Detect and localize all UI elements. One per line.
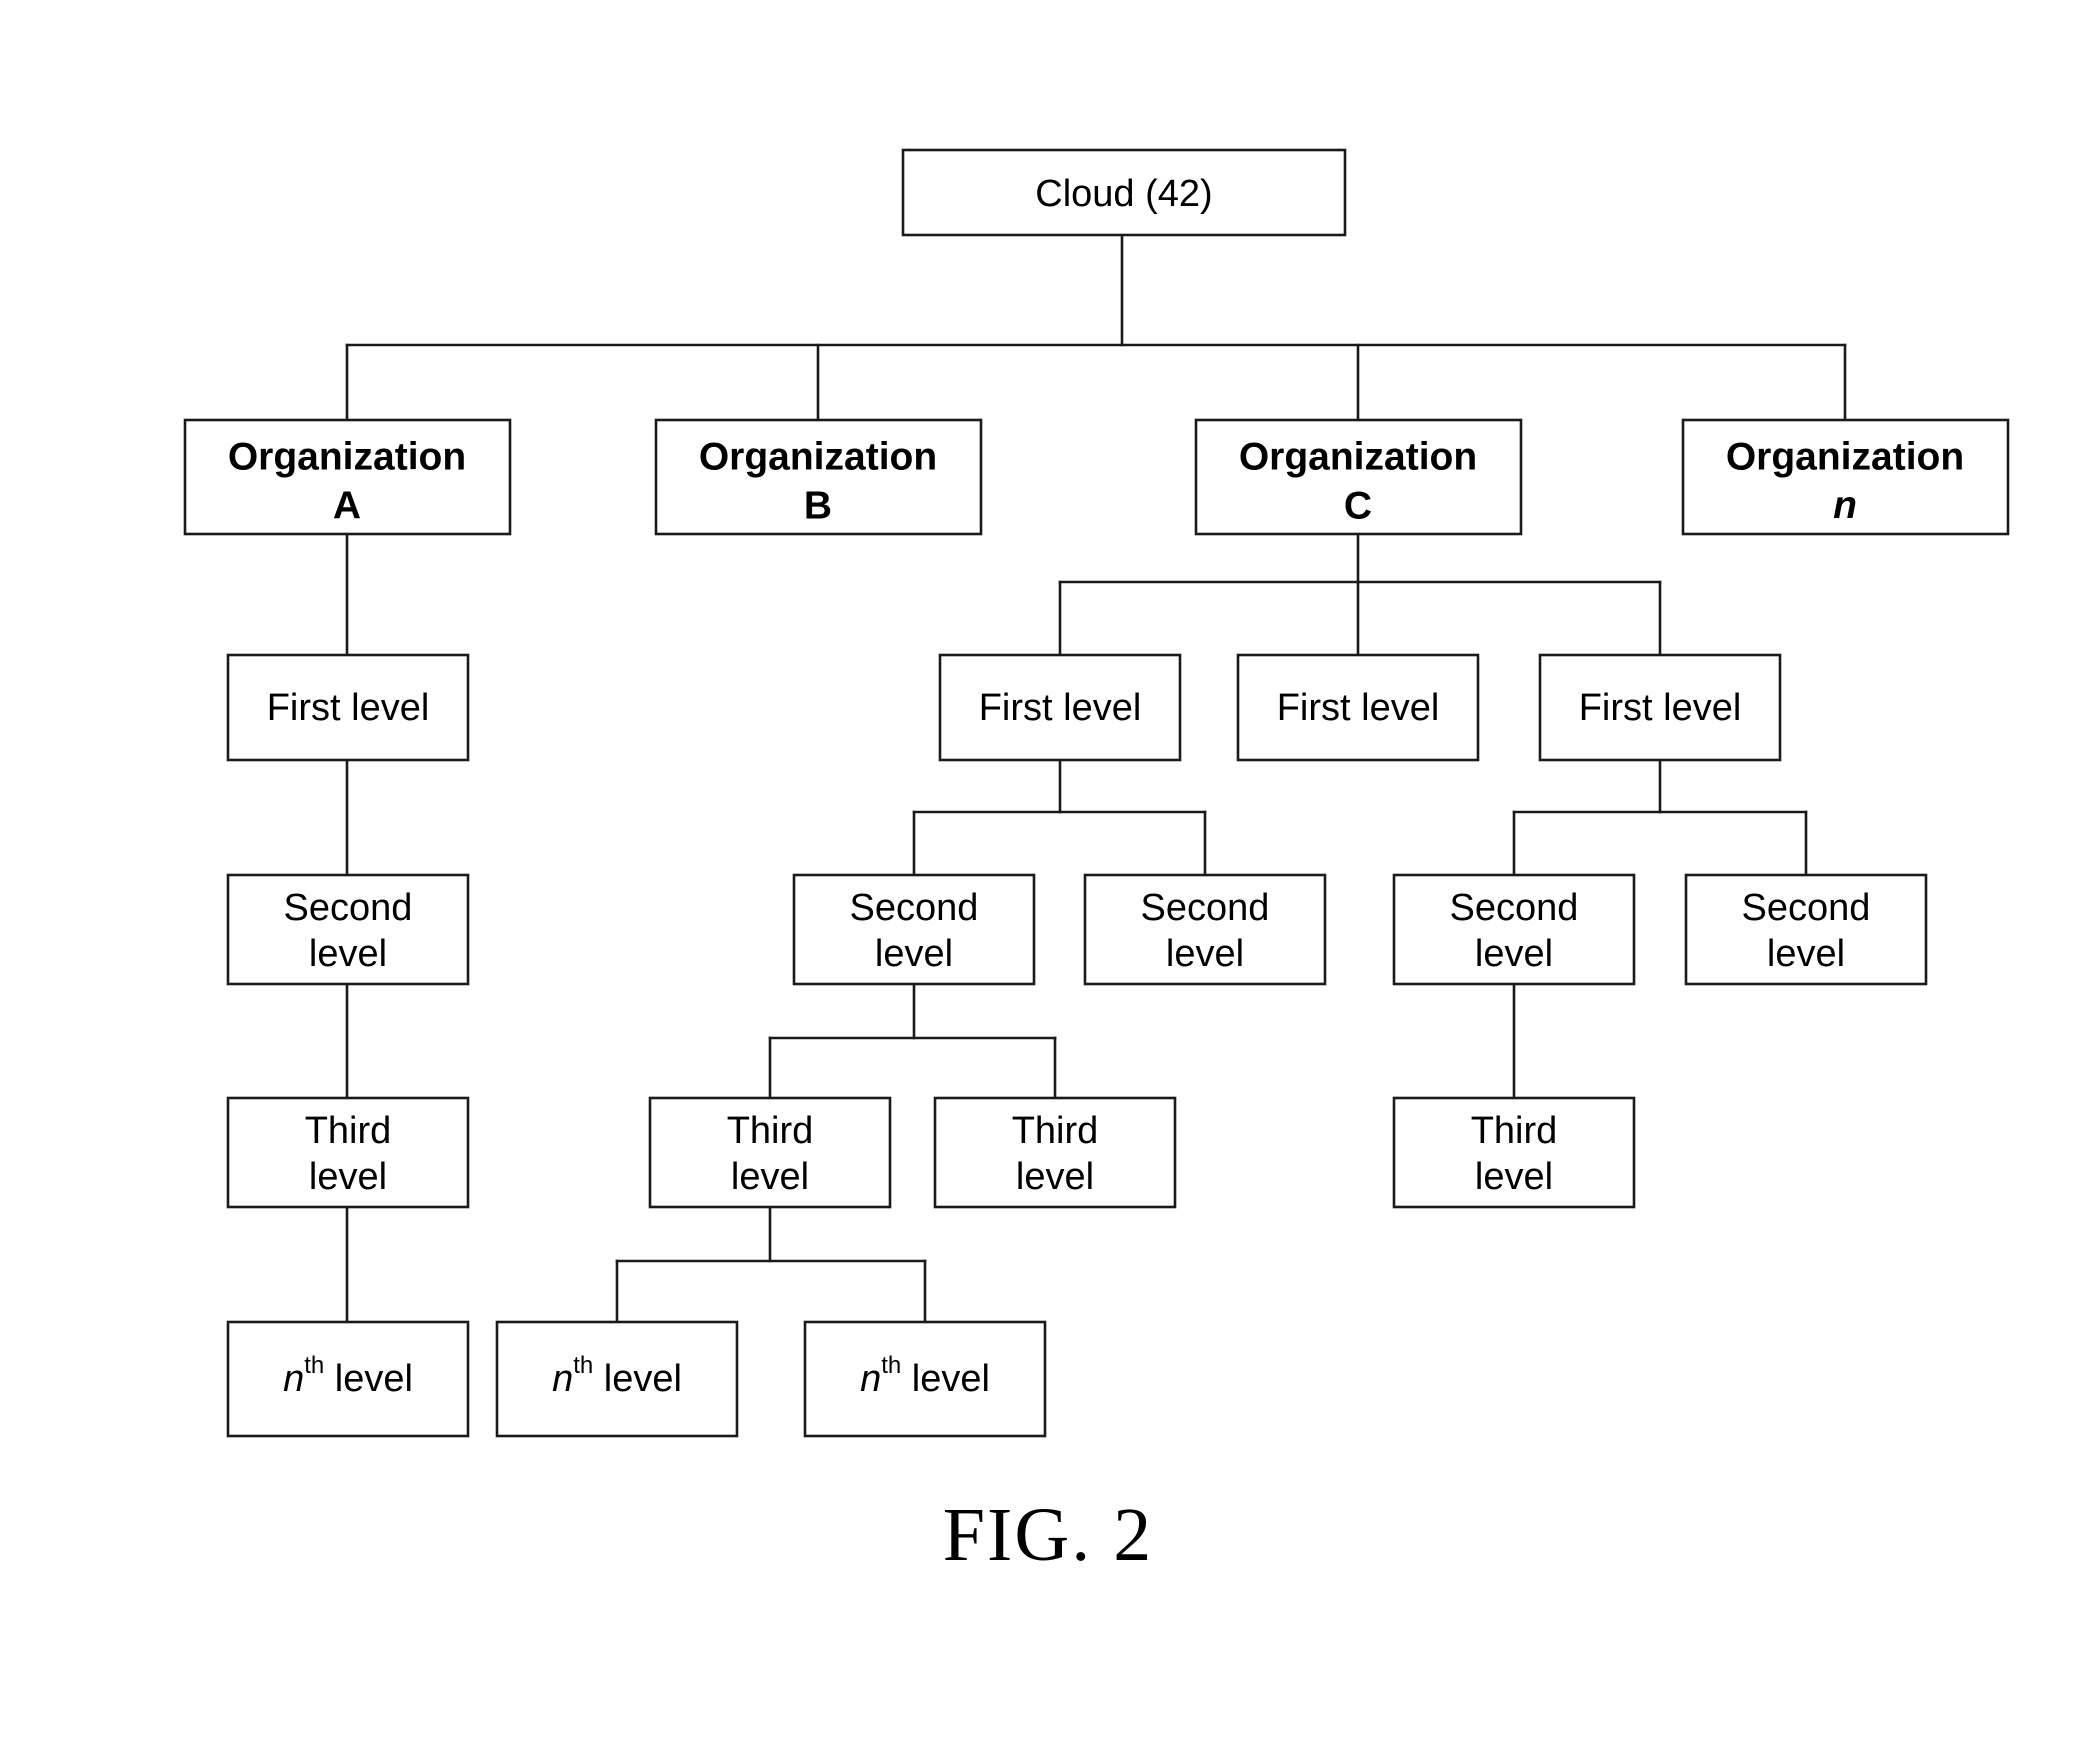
org-c-second-level-4-label-line2: level: [1767, 933, 1845, 975]
org-c-nth-1-sup: th: [573, 1352, 593, 1379]
organization-c-label-line2: C: [1344, 484, 1372, 527]
org-c-third-level-2-label-line2: level: [1016, 1156, 1094, 1198]
organization-n-label-line2: n: [1833, 484, 1857, 527]
org-c-third-level-3-label-line2: level: [1475, 1156, 1553, 1198]
org-c-first-level-1-label: First level: [979, 687, 1142, 729]
org-a-third-level-label-line2: level: [309, 1156, 387, 1198]
org-c-second-level-3-label-line1: Second: [1450, 887, 1579, 929]
node-org-c-nth-level-1[interactable]: nth level: [495, 1320, 739, 1438]
node-organization-n[interactable]: Organization n: [1681, 418, 2010, 536]
org-c-second-level-1-label-line1: Second: [850, 887, 979, 929]
org-a-first-level-label: First level: [267, 687, 430, 729]
organization-b-label-line1: Organization: [699, 435, 937, 478]
node-org-a-third-level[interactable]: Third level: [226, 1096, 470, 1209]
node-org-a-nth-level[interactable]: nth level: [226, 1320, 470, 1438]
node-org-c-first-level-3[interactable]: First level: [1538, 653, 1782, 762]
org-a-nth-base: n: [283, 1358, 304, 1400]
organization-a-label-line1: Organization: [228, 435, 466, 478]
org-c-first-level-2-label: First level: [1277, 687, 1440, 729]
organization-n-italic-n: n: [1833, 484, 1857, 527]
org-a-nth-level-label: nth level: [283, 1352, 413, 1400]
org-c-second-level-2-label-line2: level: [1166, 933, 1244, 975]
org-c-nth-2-base: n: [860, 1358, 881, 1400]
organization-b-label-line2: B: [804, 484, 832, 527]
organization-n-label-line1: Organization: [1726, 435, 1964, 478]
node-organization-a[interactable]: Organization A: [183, 418, 512, 536]
org-c-nth-1-suffix: level: [593, 1358, 682, 1400]
figure-caption: FIG. 2: [943, 1493, 1153, 1577]
org-a-second-level-label-line1: Second: [284, 887, 413, 929]
org-c-third-level-2-label-line1: Third: [1012, 1110, 1099, 1152]
org-c-second-level-2-label-line1: Second: [1141, 887, 1270, 929]
org-c-nth-2-sup: th: [881, 1352, 901, 1379]
organization-a-label-line2: A: [333, 484, 361, 527]
org-hierarchy-diagram: Cloud (42) Organization A Organization B…: [183, 148, 2010, 1577]
org-c-second-level-3-label-line2: level: [1475, 933, 1553, 975]
org-c-second-level-1-label-line2: level: [875, 933, 953, 975]
node-org-c-third-level-2[interactable]: Third level: [933, 1096, 1177, 1209]
node-org-c-nth-level-2[interactable]: nth level: [803, 1320, 1047, 1438]
org-c-first-level-3-label: First level: [1579, 687, 1742, 729]
patent-figure: Cloud (42) Organization A Organization B…: [0, 0, 2097, 1756]
node-org-c-second-level-2[interactable]: Second level: [1083, 873, 1327, 986]
node-org-c-second-level-4[interactable]: Second level: [1684, 873, 1928, 986]
node-org-c-second-level-3[interactable]: Second level: [1392, 873, 1636, 986]
node-org-a-first-level[interactable]: First level: [226, 653, 470, 762]
org-c-second-level-4-label-line1: Second: [1742, 887, 1871, 929]
org-c-nth-1-base: n: [552, 1358, 573, 1400]
org-a-nth-suffix: level: [324, 1358, 413, 1400]
org-c-third-level-3-label-line1: Third: [1471, 1110, 1558, 1152]
node-org-c-first-level-2[interactable]: First level: [1236, 653, 1480, 762]
node-organization-c[interactable]: Organization C: [1194, 418, 1523, 536]
org-c-nth-level-1-label: nth level: [552, 1352, 682, 1400]
org-c-third-level-1-label-line2: level: [731, 1156, 809, 1198]
org-c-third-level-1-label-line1: Third: [727, 1110, 814, 1152]
node-cloud[interactable]: Cloud (42): [901, 148, 1347, 237]
node-organization-b[interactable]: Organization B: [654, 418, 983, 536]
node-org-c-second-level-1[interactable]: Second level: [792, 873, 1036, 986]
node-org-a-second-level[interactable]: Second level: [226, 873, 470, 986]
org-a-second-level-label-line2: level: [309, 933, 387, 975]
cloud-label: Cloud (42): [1035, 173, 1212, 215]
org-c-nth-level-2-label: nth level: [860, 1352, 990, 1400]
organization-c-label-line1: Organization: [1239, 435, 1477, 478]
node-org-c-third-level-3[interactable]: Third level: [1392, 1096, 1636, 1209]
node-org-c-first-level-1[interactable]: First level: [938, 653, 1182, 762]
org-c-nth-2-suffix: level: [901, 1358, 990, 1400]
node-org-c-third-level-1[interactable]: Third level: [648, 1096, 892, 1209]
org-a-third-level-label-line1: Third: [305, 1110, 392, 1152]
org-a-nth-sup: th: [304, 1352, 324, 1379]
